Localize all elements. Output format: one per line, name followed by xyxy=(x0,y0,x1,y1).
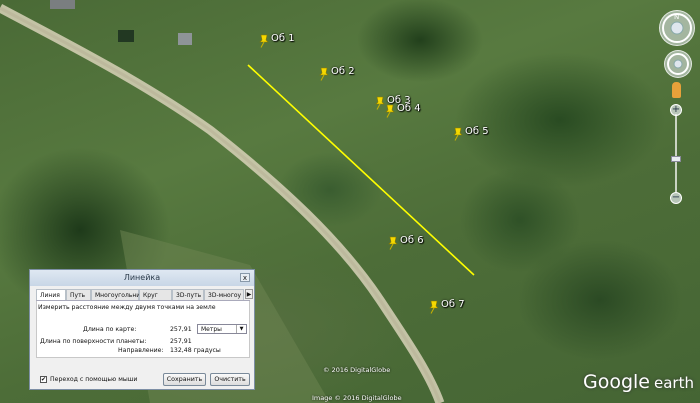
look-control[interactable]: N xyxy=(659,10,695,46)
save-button[interactable]: Сохранить xyxy=(163,373,206,386)
surface-length-value: 257,91 xyxy=(170,338,192,345)
mouse-nav-checkbox[interactable]: ✔ xyxy=(40,376,47,383)
ruler-titlebar[interactable]: Линейка x xyxy=(30,270,254,286)
zoom-out-icon[interactable]: − xyxy=(670,192,682,204)
ruler-title: Линейка xyxy=(123,273,161,282)
chevron-down-icon: ▼ xyxy=(236,325,246,333)
ruler-tabs: Линия Путь Многоугольник Круг 3D-путь 3D-мног… xyxy=(36,289,253,301)
ruler-dialog: Линейка x Линия Путь Многоугольник Круг 3D-п… xyxy=(29,269,255,390)
heading-label: Направление: xyxy=(118,347,164,354)
street-view-pegman-icon[interactable] xyxy=(672,82,681,98)
close-button[interactable]: x xyxy=(240,273,250,282)
zoom-handle[interactable] xyxy=(671,156,681,162)
tabs-scroll-right-icon[interactable]: ▶ xyxy=(245,289,253,299)
placemark-label: Об 7 xyxy=(441,299,465,310)
pan-icon xyxy=(667,53,689,75)
zoom-in-icon[interactable]: + xyxy=(670,104,682,116)
copyright-text: © 2016 DigitalGlobe xyxy=(323,366,391,374)
pushpin-icon xyxy=(385,104,395,118)
move-control[interactable] xyxy=(664,50,692,78)
tab-4[interactable]: 3D-путь xyxy=(172,289,204,300)
tab-3[interactable]: Круг xyxy=(139,289,172,300)
map-length-value: 257,91 xyxy=(170,326,192,333)
placemark-label: Об 1 xyxy=(271,33,295,44)
surface-length-label: Длина по поверхности планеты: xyxy=(40,338,147,345)
tab-0[interactable]: Линия xyxy=(36,289,66,300)
pushpin-icon xyxy=(259,34,269,48)
placemark-label: Об 4 xyxy=(397,103,421,114)
compass-icon: N xyxy=(662,13,692,43)
logo-product: earth xyxy=(654,374,694,392)
copyright-text: Image © 2016 DigitalGlobe xyxy=(312,394,402,402)
tab-5[interactable]: 3D-многоу xyxy=(204,289,244,300)
building xyxy=(178,33,192,45)
building xyxy=(50,0,75,9)
pushpin-icon xyxy=(429,300,439,314)
pushpin-icon xyxy=(388,236,398,250)
mouse-nav-label: Переход с помощью мыши xyxy=(50,376,138,383)
google-earth-logo: Google earth xyxy=(583,371,694,393)
pushpin-icon xyxy=(319,67,329,81)
heading-value: 132,48 градусы xyxy=(170,347,221,354)
pushpin-icon xyxy=(453,127,463,141)
placemark-label: Об 2 xyxy=(331,66,355,77)
svg-text:N: N xyxy=(674,13,679,21)
measure-line xyxy=(247,64,475,276)
zoom-slider[interactable]: + − xyxy=(670,104,682,204)
unit-selected: Метры xyxy=(201,326,222,333)
tree-clump xyxy=(118,30,134,42)
map-length-label: Длина по карте: xyxy=(83,326,137,333)
tab-2[interactable]: Многоугольник xyxy=(91,289,144,300)
unit-select[interactable]: Метры ▼ xyxy=(197,324,247,334)
placemark-label: Об 5 xyxy=(465,126,489,137)
placemark-label: Об 6 xyxy=(400,235,424,246)
clear-button[interactable]: Очистить xyxy=(210,373,250,386)
tab-1[interactable]: Путь xyxy=(66,289,91,300)
logo-brand: Google xyxy=(583,371,651,393)
ruler-description: Измерить расстояние между двумя точками … xyxy=(38,304,216,311)
